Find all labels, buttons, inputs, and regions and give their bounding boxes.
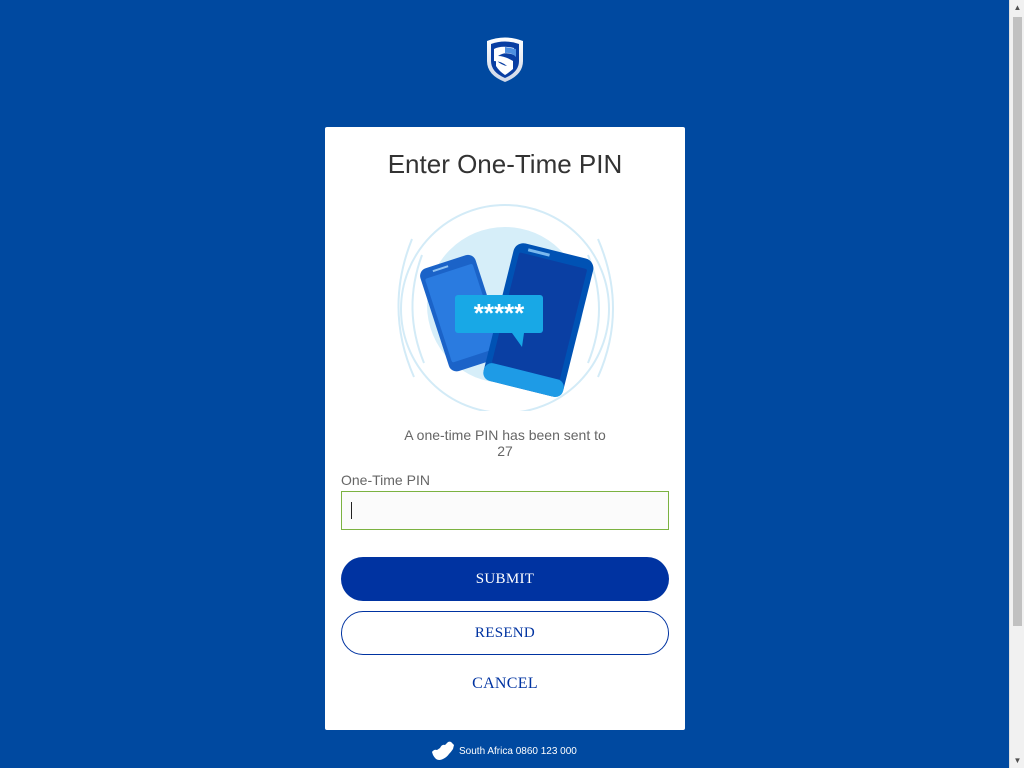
sent-message: A one-time PIN has been sent to 27	[385, 427, 625, 459]
south-africa-map-icon	[432, 741, 454, 760]
phones-otp-illustration: *****	[397, 204, 614, 411]
page-background: Enter One-Time PIN ***** A one-time PIN …	[0, 0, 1009, 768]
vertical-scrollbar[interactable]: ▲ ▼	[1009, 0, 1024, 768]
page-title: Enter One-Time PIN	[387, 149, 623, 179]
footer-contact: South Africa 0860 123 000	[430, 739, 577, 763]
cancel-button[interactable]: CANCEL	[341, 675, 669, 699]
resend-button[interactable]: RESEND	[341, 611, 669, 655]
scroll-down-arrow-icon[interactable]: ▼	[1010, 753, 1024, 768]
pin-field-label: One-Time PIN	[341, 472, 430, 488]
sent-message-line1: A one-time PIN has been sent to	[404, 427, 606, 443]
masked-pin-text: *****	[474, 298, 525, 328]
text-caret	[351, 502, 352, 519]
scroll-up-arrow-icon[interactable]: ▲	[1010, 0, 1024, 15]
sent-message-number: 27	[497, 443, 513, 459]
shield-logo-icon	[487, 37, 523, 82]
submit-button[interactable]: SUBMIT	[341, 557, 669, 601]
pin-input[interactable]	[341, 491, 669, 530]
otp-card: Enter One-Time PIN ***** A one-time PIN …	[325, 127, 685, 730]
footer-text: South Africa 0860 123 000	[459, 745, 577, 757]
scrollbar-thumb[interactable]	[1013, 17, 1022, 626]
